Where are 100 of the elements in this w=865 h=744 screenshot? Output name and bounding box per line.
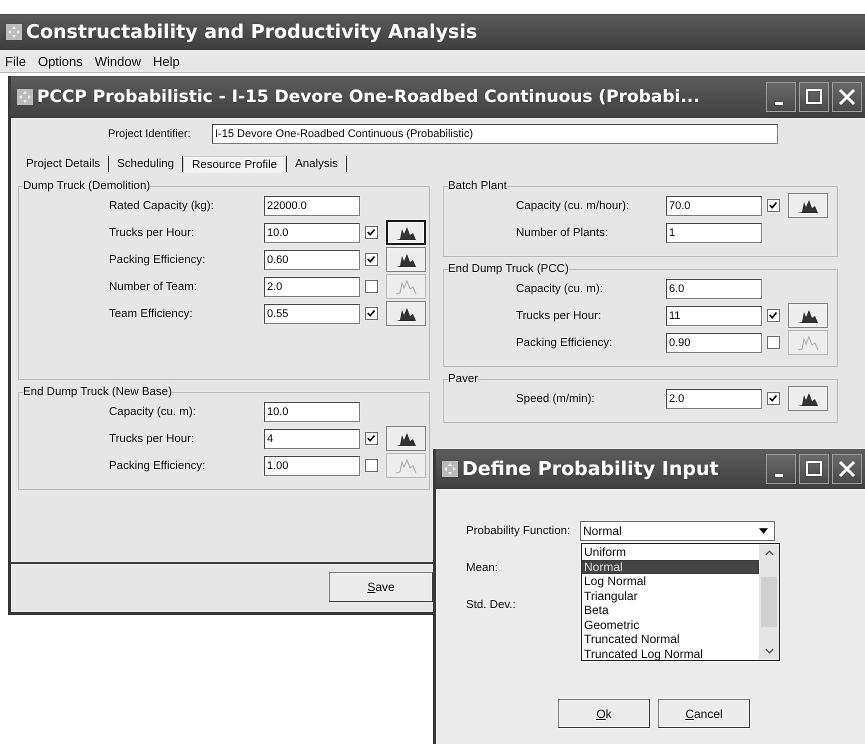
field-label: Number of Team: [109, 280, 198, 292]
distribution-button[interactable] [788, 303, 828, 328]
input-field[interactable]: 0.60 [264, 250, 360, 270]
menu-item[interactable]: Window [94, 54, 142, 68]
list-option[interactable]: Log Normal [582, 574, 759, 588]
close-button[interactable] [832, 454, 862, 484]
maximize-button[interactable] [799, 454, 829, 484]
scrollbar[interactable] [759, 544, 779, 660]
input-field[interactable]: 10.0 [264, 402, 360, 422]
distribution-button[interactable] [788, 386, 828, 411]
caret-icon [759, 528, 768, 534]
minimize-button[interactable] [766, 82, 796, 112]
window-title: PCCP Probabilistic - I-15 Devore One-Roadbed Continuous (Probabi... [37, 87, 701, 107]
input-field[interactable]: 11 [666, 306, 762, 326]
input-field[interactable]: 0.55 [264, 304, 360, 324]
tab[interactable]: Scheduling [109, 156, 182, 172]
minimize-icon [775, 474, 783, 476]
field-label: Team Efficiency: [109, 308, 194, 320]
checkbox[interactable] [365, 253, 378, 266]
app-icon [6, 24, 22, 40]
app-icon [442, 461, 458, 477]
checkbox[interactable] [767, 336, 780, 349]
checkbox[interactable] [767, 199, 780, 212]
tab[interactable]: Project Details [18, 156, 108, 172]
input-field[interactable]: I-15 Devore One-Roadbed Continuous (Probabilistic) [212, 124, 778, 144]
distribution-button[interactable] [386, 220, 426, 245]
checkbox[interactable] [365, 280, 378, 293]
app-icon [17, 89, 33, 105]
field-label: Packing Efficiency: [516, 336, 614, 348]
peak-chart-icon [796, 334, 820, 350]
field-label: Number of Plants: [516, 226, 610, 238]
input-field[interactable]: 0.90 [666, 332, 762, 352]
field-label: Packing Efficiency: [109, 254, 206, 266]
menu-item[interactable]: File [4, 54, 27, 68]
list-option[interactable]: Normal [582, 560, 759, 574]
input-field[interactable]: 22000.0 [264, 196, 360, 216]
tab[interactable]: Analysis [287, 156, 346, 172]
list-option[interactable]: Geometric [582, 618, 759, 632]
field-label: Capacity (cu. m): [109, 406, 197, 418]
checkbox[interactable] [365, 226, 378, 239]
list-option[interactable]: Truncated Normal [582, 632, 759, 646]
close-icon [837, 459, 857, 479]
checkbox[interactable] [365, 459, 378, 472]
list-option[interactable]: Truncated Log Normal [582, 646, 759, 661]
input-field[interactable]: 70.0 [666, 196, 762, 216]
field-label: Rated Capacity (kg): [109, 200, 215, 212]
maximize-button[interactable] [799, 82, 829, 112]
peak-chart-icon [394, 306, 418, 322]
input-field[interactable]: 1 [666, 222, 762, 242]
input-field[interactable]: 1.00 [264, 456, 360, 476]
field-label: Probability Function: [466, 525, 572, 537]
field-label: Packing Efficiency: [109, 460, 206, 472]
close-button[interactable] [832, 82, 862, 112]
list-option[interactable]: Triangular [582, 588, 759, 603]
field-label: Trucks per Hour: [109, 432, 196, 444]
tab[interactable]: Resource Profile [183, 156, 286, 172]
peak-chart-icon [394, 278, 418, 294]
menu-item[interactable]: Help [152, 54, 181, 68]
peak-chart-icon [394, 458, 418, 474]
checkbox[interactable] [365, 432, 378, 445]
peak-chart-icon [394, 224, 418, 240]
input-field[interactable]: 2.0 [666, 388, 762, 408]
maximize-icon [804, 459, 824, 479]
minimize-icon [775, 102, 783, 104]
menu-item[interactable]: Options [36, 54, 84, 68]
distribution-button[interactable] [386, 301, 426, 326]
dialog-button[interactable]: Cancel [658, 699, 750, 728]
minimize-button[interactable] [766, 454, 796, 484]
checkbox[interactable] [767, 392, 780, 405]
peak-chart-icon [796, 390, 820, 406]
checkbox[interactable] [767, 309, 780, 322]
group-title: Paver [448, 373, 478, 385]
input-field[interactable]: 4 [264, 428, 360, 448]
dialog-button[interactable]: Ok [558, 699, 650, 728]
maximize-icon [804, 87, 824, 107]
peak-chart-icon [394, 430, 418, 446]
close-icon [837, 87, 857, 107]
input-field[interactable]: 2.0 [264, 276, 360, 296]
group-title: End Dump Truck (New Base) [23, 386, 172, 398]
peak-chart-icon [796, 198, 820, 214]
input-field[interactable]: 6.0 [666, 278, 762, 298]
distribution-button[interactable] [788, 193, 828, 218]
list-option[interactable]: Uniform [582, 545, 759, 560]
group-title: Dump Truck (Demolition) [23, 180, 150, 192]
peak-chart-icon [796, 308, 820, 324]
checkbox[interactable] [365, 307, 378, 320]
window-title: Constructability and Productivity Analysis [26, 21, 478, 43]
field-label: Std. Dev.: [466, 599, 516, 611]
group-title: Batch Plant [448, 180, 507, 192]
input-field[interactable]: 10.0 [264, 222, 360, 242]
field-label: Capacity (cu. m/hour): [516, 200, 630, 212]
field-label: Capacity (cu. m): [516, 282, 604, 294]
save-button[interactable]: Save [329, 572, 433, 602]
distribution-button[interactable] [386, 247, 426, 272]
window-title: Define Probability Input [462, 458, 720, 480]
list-option[interactable]: Beta [582, 603, 759, 618]
field-label: Trucks per Hour: [109, 226, 196, 238]
peak-chart-icon [394, 252, 418, 268]
dropdown[interactable]: Normal [580, 521, 775, 541]
distribution-button[interactable] [386, 426, 426, 451]
